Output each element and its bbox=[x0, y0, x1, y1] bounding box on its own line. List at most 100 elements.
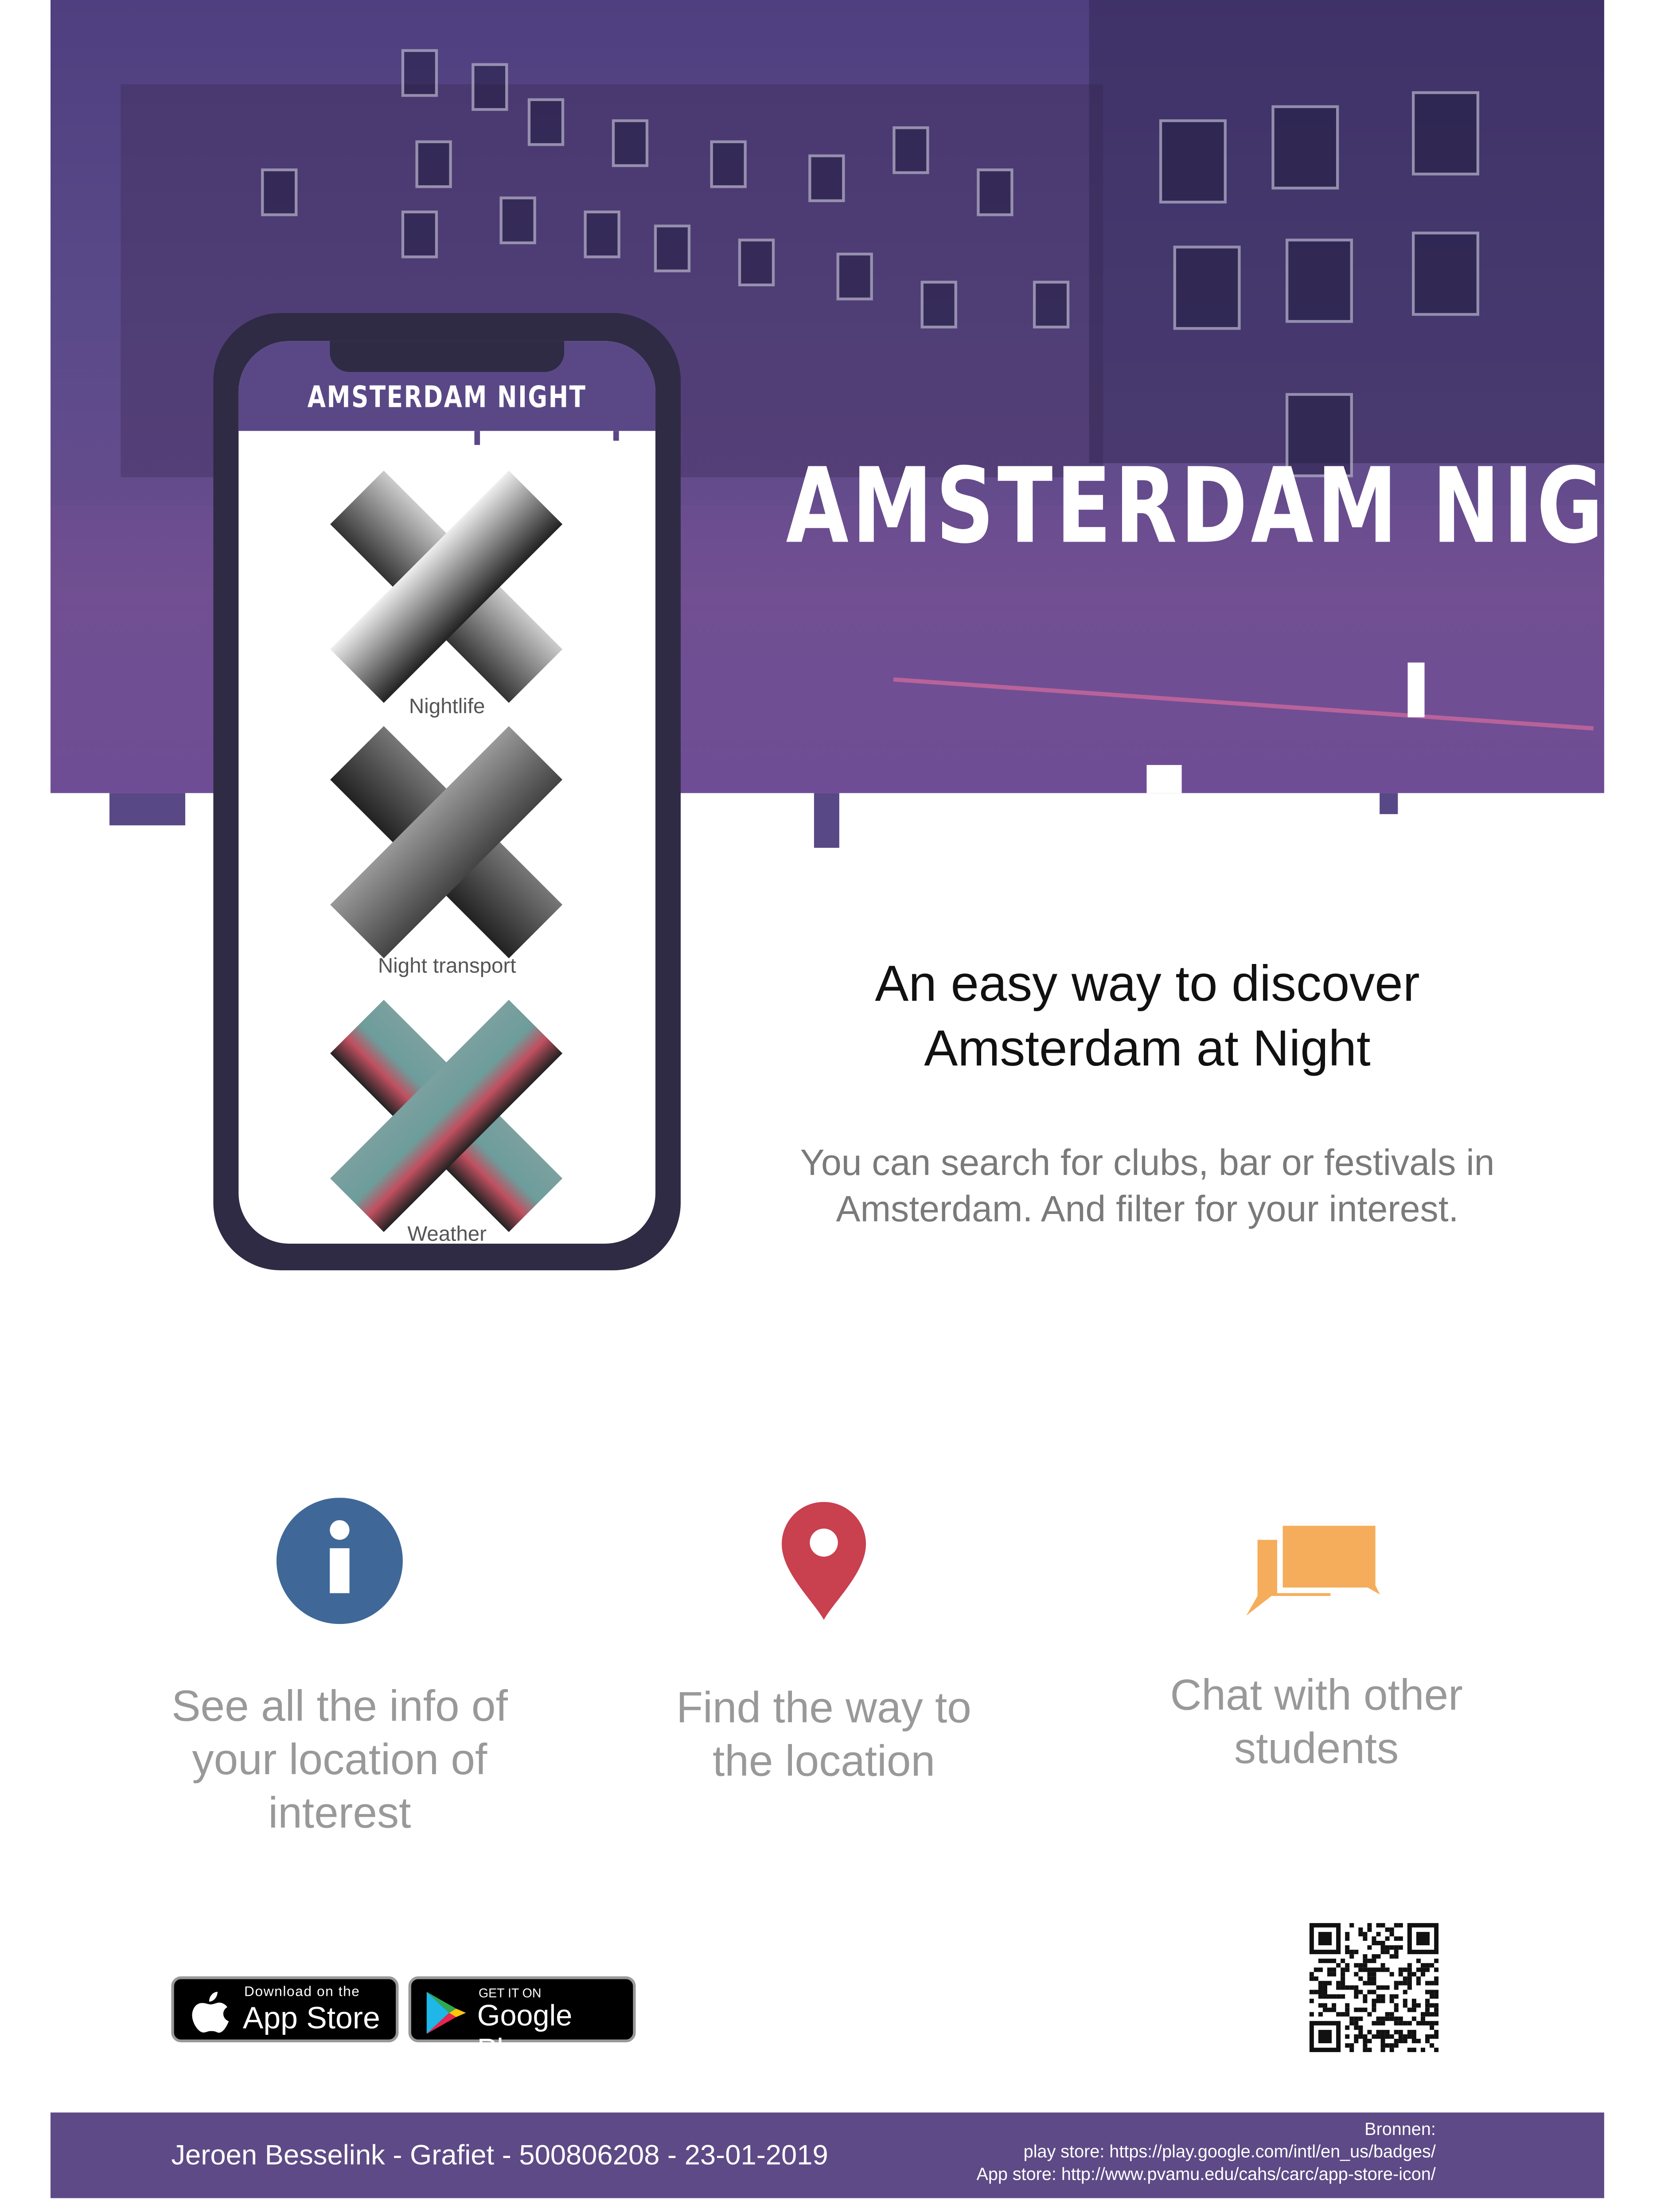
qr-module bbox=[1372, 1954, 1376, 1959]
category-nightlife[interactable] bbox=[330, 470, 563, 703]
qr-module bbox=[1434, 2012, 1439, 2017]
qr-module bbox=[1349, 2043, 1354, 2048]
qr-module bbox=[1434, 2003, 1439, 2008]
category-weather[interactable] bbox=[330, 999, 563, 1232]
qr-module bbox=[1425, 1967, 1430, 1972]
window bbox=[808, 154, 845, 203]
qr-module bbox=[1363, 1994, 1368, 1999]
qr-module bbox=[1407, 1963, 1412, 1968]
qr-module bbox=[1367, 1990, 1372, 1994]
qr-module bbox=[1380, 1967, 1385, 1972]
feature-info-text: See all the info of your location of int… bbox=[129, 1680, 550, 1840]
window bbox=[1271, 105, 1339, 190]
qr-module bbox=[1322, 2003, 1327, 2008]
window bbox=[738, 238, 775, 287]
qr-module bbox=[1394, 1985, 1399, 1990]
qr-module bbox=[1314, 1990, 1318, 1994]
qr-module bbox=[1376, 1994, 1381, 1999]
qr-module bbox=[1434, 1967, 1439, 1972]
qr-module bbox=[1372, 1972, 1376, 1977]
qr-module bbox=[1354, 1963, 1359, 1968]
source-link[interactable]: App store: http://www.pvamu.edu/cahs/car… bbox=[976, 2163, 1435, 2185]
qr-module bbox=[1345, 1985, 1350, 1990]
qr-module bbox=[1314, 1976, 1318, 1981]
category-label: Weather bbox=[407, 1222, 487, 1244]
qr-module bbox=[1354, 2034, 1359, 2039]
decor-tab bbox=[814, 793, 839, 848]
badge-big-text: Google Play bbox=[477, 2000, 573, 2066]
qr-module bbox=[1327, 1994, 1332, 1999]
qr-module bbox=[1309, 1976, 1314, 1981]
qr-module bbox=[1398, 1981, 1403, 1986]
qr-module bbox=[1411, 2034, 1416, 2039]
qr-module bbox=[1322, 2007, 1327, 2012]
qr-module bbox=[1358, 2016, 1363, 2021]
qr-module bbox=[1394, 2029, 1399, 2034]
qr-module bbox=[1425, 2039, 1430, 2044]
window bbox=[1173, 246, 1241, 330]
qr-module bbox=[1434, 1994, 1439, 1999]
qr-module bbox=[1341, 1959, 1345, 1963]
category-label: Night transport bbox=[378, 954, 516, 979]
qr-module bbox=[1349, 1950, 1354, 1955]
qr-module bbox=[1380, 1945, 1385, 1950]
qr-module bbox=[1376, 1932, 1381, 1936]
qr-module bbox=[1327, 1972, 1332, 1977]
qr-module bbox=[1407, 1976, 1412, 1981]
qr-code[interactable] bbox=[1309, 1923, 1439, 2053]
qr-module bbox=[1398, 2039, 1403, 2044]
qr-module bbox=[1420, 1972, 1426, 1977]
app-store-badge[interactable]: Download on the App Store bbox=[171, 1976, 399, 2042]
google-play-badge[interactable]: GET IT ON Google Play bbox=[408, 1976, 636, 2066]
qr-module bbox=[1354, 1985, 1359, 1990]
description-line: You can search for clubs, bar or festiva… bbox=[800, 1141, 1495, 1183]
qr-module bbox=[1354, 2025, 1359, 2030]
qr-module bbox=[1354, 1990, 1359, 1994]
source-link[interactable]: play store: https://play.google.com/intl… bbox=[976, 2141, 1436, 2163]
qr-module bbox=[1363, 1967, 1368, 1972]
qr-module bbox=[1318, 1932, 1332, 1946]
qr-module bbox=[1394, 2043, 1399, 2048]
qr-module bbox=[1430, 2025, 1434, 2030]
map-pin-icon bbox=[782, 1502, 866, 1620]
qr-module bbox=[1398, 2029, 1403, 2034]
description-line: Amsterdam. And filter for your interest. bbox=[836, 1187, 1459, 1230]
qr-module bbox=[1341, 1981, 1345, 1986]
qr-module bbox=[1363, 2007, 1368, 2012]
qr-module bbox=[1376, 1998, 1381, 2003]
poster-title: AMSTERDAM NIGHT bbox=[786, 446, 1680, 567]
qr-module bbox=[1358, 1976, 1363, 1981]
qr-module bbox=[1425, 2034, 1430, 2039]
qr-module bbox=[1416, 2039, 1421, 2044]
qr-module bbox=[1358, 2025, 1363, 2030]
qr-module bbox=[1322, 1985, 1327, 1990]
qr-module bbox=[1327, 1981, 1332, 1986]
qr-module bbox=[1389, 1994, 1394, 1999]
qr-module bbox=[1327, 2007, 1332, 2012]
category-night-transport[interactable] bbox=[330, 726, 563, 959]
window bbox=[527, 98, 565, 146]
qr-module bbox=[1363, 1959, 1368, 1963]
qr-module bbox=[1372, 1981, 1376, 1986]
qr-module bbox=[1403, 1967, 1407, 1972]
badge-small-text: Download on the bbox=[244, 1985, 360, 2000]
qr-module bbox=[1385, 2029, 1390, 2034]
qr-module bbox=[1407, 2034, 1412, 2039]
footer-sources: Bronnen: play store: https://play.google… bbox=[976, 2118, 1435, 2185]
qr-module bbox=[1389, 1927, 1394, 1932]
qr-module bbox=[1376, 2016, 1381, 2021]
qr-module bbox=[1332, 1994, 1337, 1999]
chat-icon bbox=[1246, 1523, 1387, 1616]
qr-module bbox=[1367, 2029, 1372, 2034]
qr-module bbox=[1380, 1998, 1385, 2003]
qr-module bbox=[1420, 1967, 1426, 1972]
headline-line: Amsterdam at Night bbox=[924, 1019, 1371, 1077]
qr-module bbox=[1430, 2012, 1434, 2017]
qr-module bbox=[1309, 1972, 1314, 1977]
qr-module bbox=[1332, 2003, 1337, 2008]
window bbox=[415, 140, 452, 188]
qr-module bbox=[1376, 1954, 1381, 1959]
qr-module bbox=[1380, 2043, 1385, 2048]
qr-module bbox=[1318, 1990, 1323, 1994]
category-label: Nightlife bbox=[409, 695, 485, 719]
